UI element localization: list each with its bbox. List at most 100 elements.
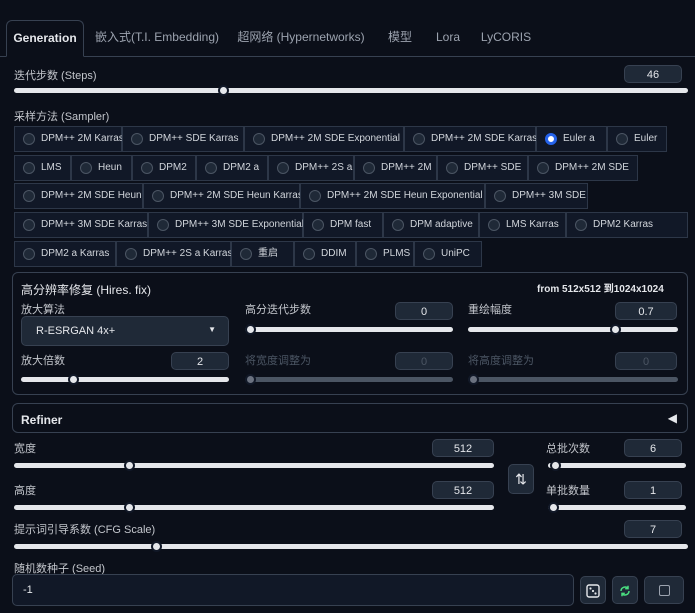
radio-icon[interactable] [575, 219, 587, 231]
batch-size-input[interactable]: 1 [624, 481, 682, 499]
resize-height-input[interactable]: 0 [615, 352, 677, 370]
steps-input[interactable]: 46 [624, 65, 682, 83]
radio-icon[interactable] [240, 248, 252, 260]
batch-count-handle[interactable] [549, 460, 561, 471]
sampler-option[interactable]: DPM++ 2M SDE Heun Karras [143, 183, 303, 209]
sampler-option[interactable]: DPM++ 2M SDE Heun [14, 183, 143, 209]
sampler-option[interactable]: DPM++ 2S a Karras [116, 241, 232, 267]
tab-checkpoints[interactable]: 模型 [378, 20, 422, 56]
cfg-handle[interactable] [150, 541, 162, 552]
radio-icon[interactable] [23, 133, 35, 145]
sampler-option[interactable]: DPM++ SDE Karras [122, 126, 244, 152]
resize-width-handle[interactable] [245, 374, 256, 385]
upscaler-dropdown[interactable]: R-ESRGAN 4x+ ▼ [21, 316, 229, 346]
denoise-handle[interactable] [610, 324, 621, 335]
radio-icon[interactable] [488, 219, 500, 231]
tab-hypernetworks[interactable]: 超网络 (Hypernetworks) [230, 20, 372, 56]
hires-steps-handle[interactable] [245, 324, 256, 335]
radio-icon[interactable] [157, 219, 169, 231]
radio-icon[interactable] [141, 162, 153, 174]
sampler-option[interactable]: DPM++ 2M SDE Exponential [244, 126, 404, 152]
radio-icon[interactable] [309, 190, 321, 202]
radio-icon[interactable] [23, 248, 35, 260]
tab-lora[interactable]: Lora [424, 20, 472, 56]
sampler-option[interactable]: Heun [71, 155, 132, 181]
hires-steps-slider[interactable] [245, 324, 453, 335]
tab-lycoris[interactable]: LyCORIS [476, 20, 536, 56]
radio-icon[interactable] [446, 162, 458, 174]
sampler-option[interactable]: DPM fast [303, 212, 383, 238]
cfg-input[interactable]: 7 [624, 520, 682, 538]
height-handle[interactable] [124, 502, 136, 513]
sampler-option[interactable]: DPM++ 2M SDE [528, 155, 638, 181]
width-slider[interactable] [14, 460, 494, 471]
resize-width-slider[interactable] [245, 374, 453, 385]
recycle-button[interactable] [612, 576, 638, 604]
radio-icon[interactable] [23, 190, 35, 202]
sampler-option[interactable]: DPM adaptive [383, 212, 479, 238]
radio-icon[interactable] [365, 248, 377, 260]
extra-seed-toggle[interactable] [644, 576, 684, 604]
sampler-option[interactable]: DPM2 a Karras [14, 241, 116, 267]
sampler-option[interactable]: DPM++ 2M SDE Karras [404, 126, 537, 152]
radio-icon[interactable] [545, 133, 557, 145]
tab-generation[interactable]: Generation [6, 20, 84, 57]
sampler-option[interactable]: Euler a [536, 126, 607, 152]
steps-slider[interactable] [14, 85, 688, 96]
sampler-option[interactable]: DPM++ SDE [437, 155, 528, 181]
cfg-slider[interactable] [14, 541, 688, 552]
dice-button[interactable] [580, 576, 606, 604]
scale-input[interactable]: 2 [171, 352, 229, 370]
radio-icon[interactable] [312, 219, 324, 231]
height-slider[interactable] [14, 502, 494, 513]
batch-count-slider[interactable] [548, 460, 686, 471]
resize-width-input[interactable]: 0 [395, 352, 453, 370]
sampler-option[interactable]: DPM++ 3M SDE Karras [14, 212, 148, 238]
sampler-option[interactable]: LMS [14, 155, 71, 181]
scale-handle[interactable] [68, 374, 79, 385]
radio-icon[interactable] [131, 133, 143, 145]
refiner-accordion[interactable]: Refiner ◀ [12, 403, 688, 433]
width-handle[interactable] [124, 460, 136, 471]
sampler-option[interactable]: LMS Karras [479, 212, 566, 238]
radio-icon[interactable] [205, 162, 217, 174]
radio-icon[interactable] [413, 133, 425, 145]
radio-icon[interactable] [152, 190, 164, 202]
hires-title[interactable]: 高分辨率修复 (Hires. fix) [21, 281, 151, 298]
radio-icon[interactable] [494, 190, 506, 202]
sampler-option[interactable]: DPM2 a [196, 155, 268, 181]
sampler-option[interactable]: DPM++ 2S a [268, 155, 354, 181]
sampler-option[interactable]: DPM2 [132, 155, 196, 181]
radio-icon[interactable] [363, 162, 375, 174]
hires-steps-input[interactable]: 0 [395, 302, 453, 320]
radio-icon[interactable] [23, 162, 35, 174]
radio-icon[interactable] [392, 219, 404, 231]
sampler-option[interactable]: DDIM [294, 241, 356, 267]
height-input[interactable]: 512 [432, 481, 494, 499]
tab-embedding[interactable]: 嵌入式(T.I. Embedding) [88, 20, 226, 56]
sampler-option[interactable]: UniPC [414, 241, 482, 267]
scale-slider[interactable] [21, 374, 229, 385]
sampler-option[interactable]: Euler [607, 126, 667, 152]
collapse-arrow-icon[interactable]: ◀ [668, 411, 677, 425]
sampler-option[interactable]: DPM++ 2M Karras [14, 126, 124, 152]
batch-count-input[interactable]: 6 [624, 439, 682, 457]
radio-icon[interactable] [537, 162, 549, 174]
radio-icon[interactable] [616, 133, 628, 145]
radio-icon[interactable] [303, 248, 315, 260]
seed-input[interactable]: -1 [12, 574, 574, 606]
radio-icon[interactable] [23, 219, 35, 231]
sampler-option[interactable]: DPM++ 2M SDE Heun Exponential [300, 183, 485, 209]
width-input[interactable]: 512 [432, 439, 494, 457]
sampler-option[interactable]: DPM++ 2M [354, 155, 437, 181]
resize-height-handle[interactable] [468, 374, 479, 385]
radio-icon[interactable] [277, 162, 289, 174]
denoise-input[interactable]: 0.7 [615, 302, 677, 320]
radio-icon[interactable] [125, 248, 137, 260]
sampler-option[interactable]: DPM++ 3M SDE [485, 183, 588, 209]
steps-slider-handle[interactable] [217, 85, 229, 96]
batch-size-slider[interactable] [548, 502, 686, 513]
sampler-option[interactable]: PLMS [356, 241, 414, 267]
denoise-slider[interactable] [468, 324, 678, 335]
sampler-option[interactable]: DPM++ 3M SDE Exponential [148, 212, 304, 238]
